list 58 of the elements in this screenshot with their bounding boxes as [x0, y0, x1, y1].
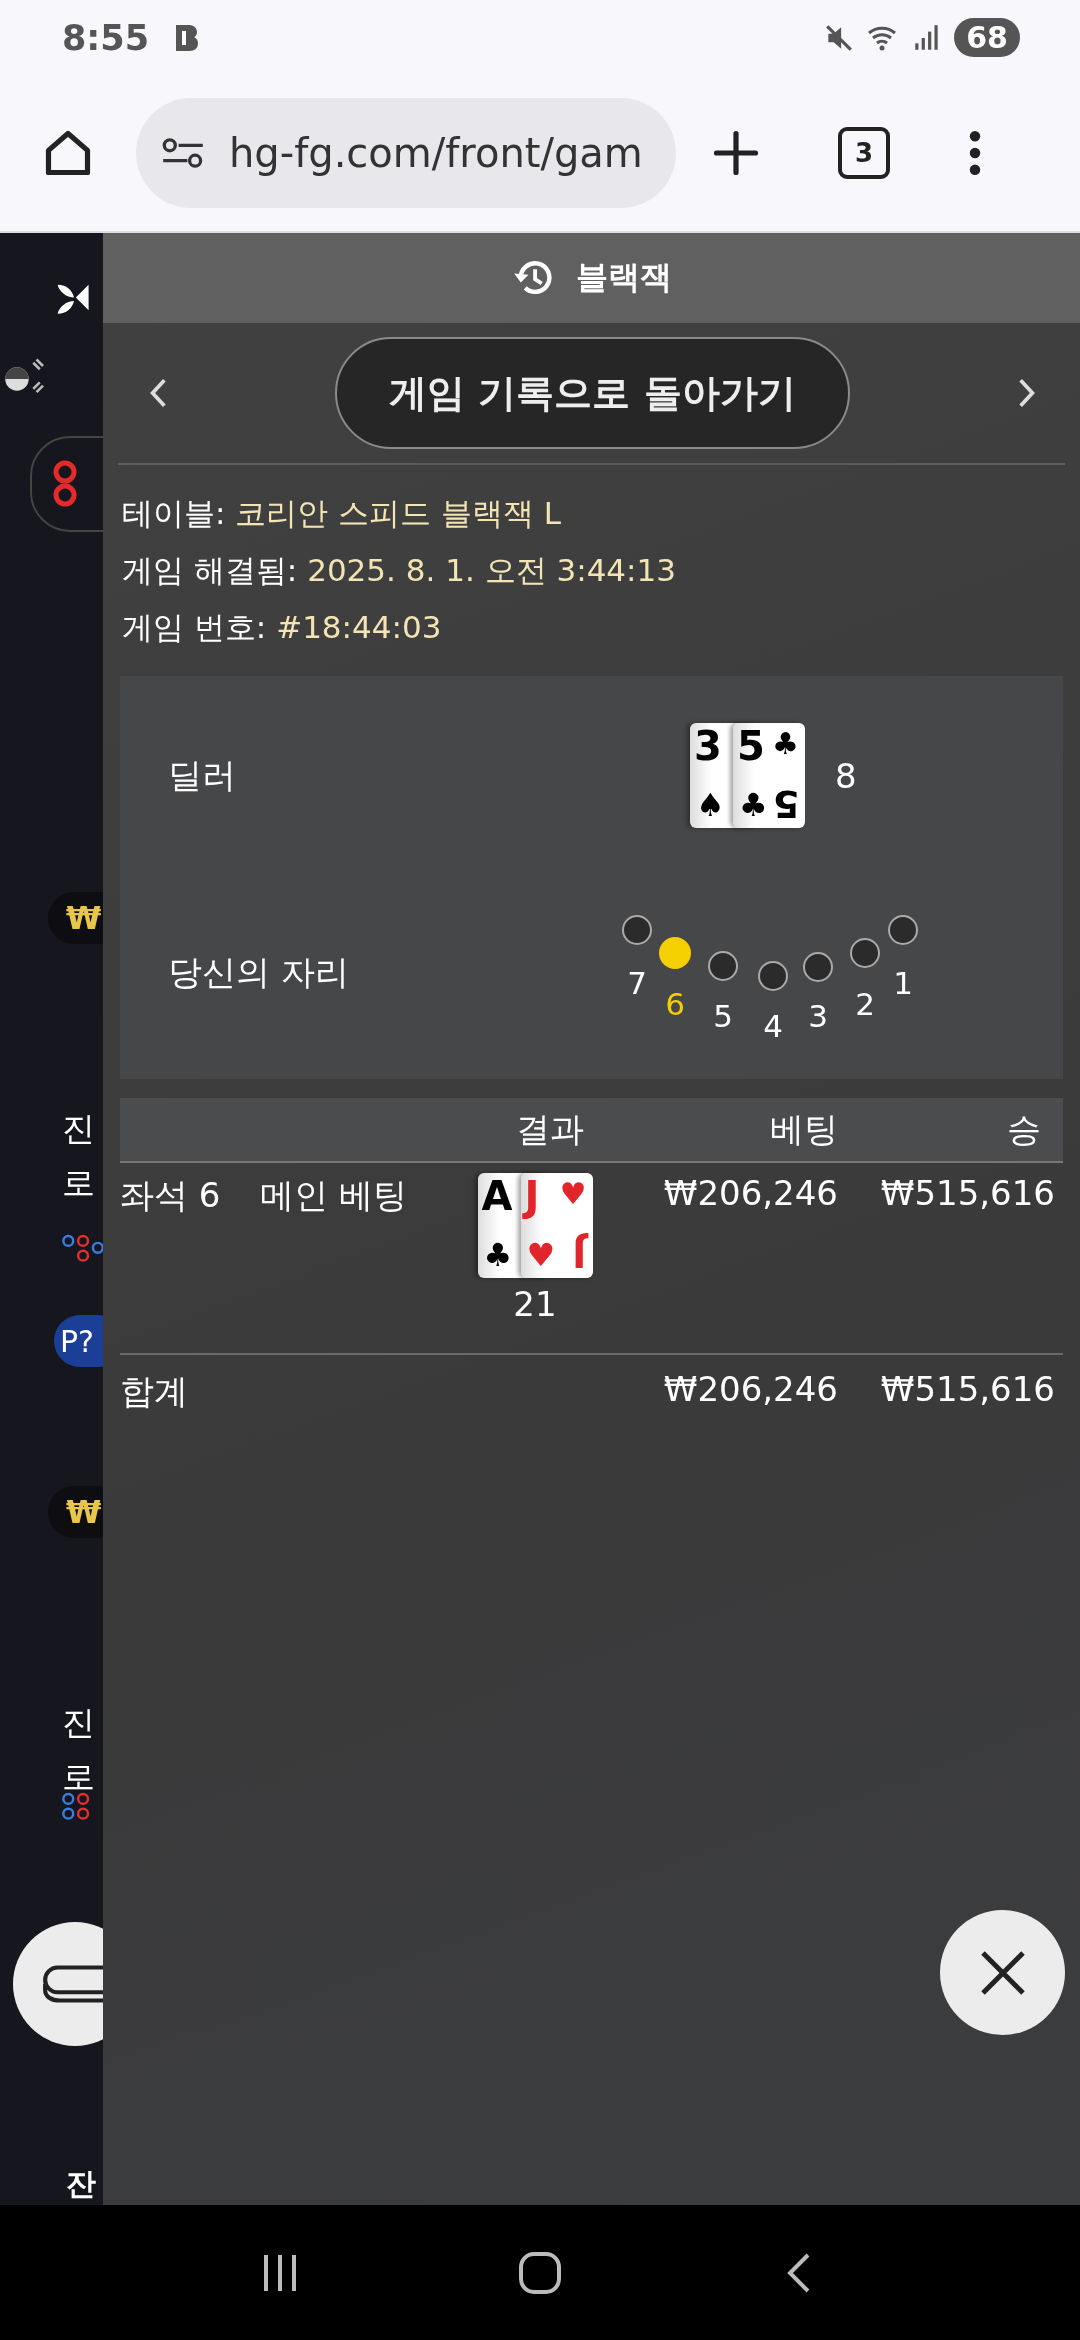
back-to-history-button[interactable]: 게임 기록으로 돌아가기: [335, 337, 850, 449]
seat-number: 6: [665, 985, 685, 1022]
balance-label: 잔: [66, 2165, 96, 2203]
app-notification-icon: [173, 22, 200, 53]
player-badge: P?: [54, 1315, 103, 1368]
menu-icon[interactable]: [968, 130, 982, 176]
card-suit: ♥: [559, 1177, 587, 1211]
card-rank: A: [481, 1173, 513, 1219]
seat-cell-text: 좌석 6: [120, 1174, 222, 1217]
info-label: 게임 해결됨:: [122, 552, 299, 588]
message-text: 로: [62, 1161, 95, 1204]
tab-count-button[interactable]: 3: [838, 127, 890, 179]
card-rank: J: [524, 1173, 540, 1219]
chip-stack-icon: [41, 1963, 103, 2005]
clock-time: 8:55: [62, 17, 150, 58]
card-rank: 5: [772, 782, 799, 826]
info-label: 테이블:: [122, 495, 227, 531]
bet-type-cell-text: 메인 베팅: [260, 1174, 408, 1217]
message-text: 진: [62, 1107, 95, 1150]
battery-indicator: 68: [954, 18, 1020, 57]
seat-number: 5: [713, 997, 733, 1034]
seat-number: 3: [808, 997, 828, 1034]
card-suit: ♣: [483, 1238, 513, 1272]
column-header: 결과: [516, 1107, 584, 1151]
card-suit: ♥: [526, 1238, 556, 1272]
info-value: #18:44:03: [276, 609, 442, 645]
win-amount-cell-text: ₩515,616: [879, 1369, 1056, 1411]
dealer-label: 딜러: [168, 753, 237, 797]
total-label: 합계: [120, 1370, 189, 1413]
panel-title: 블랙잭: [575, 257, 672, 298]
card-rank: 3: [694, 723, 722, 769]
column-header: 승: [1006, 1107, 1042, 1151]
site-settings-icon[interactable]: [161, 136, 205, 170]
info-value: 코리안 스피드 블랙잭 L: [235, 495, 562, 531]
bet-amount-cell-text: ₩206,246: [662, 1369, 838, 1411]
hand-total: 21: [513, 1284, 557, 1324]
seat-number: 1: [893, 964, 913, 1001]
seat-number: 7: [627, 964, 647, 1001]
message-text: 로: [62, 1756, 95, 1799]
column-header: 베팅: [769, 1107, 838, 1151]
hand-total: 8: [835, 755, 857, 796]
card-suit: ♣: [739, 788, 768, 822]
home-button-icon[interactable]: [518, 2250, 562, 2295]
card-suit: ♠: [696, 788, 725, 822]
currency-chip: ₩: [48, 1486, 103, 1539]
win-amount-cell-text: ₩515,616: [879, 1173, 1056, 1215]
card-rank: 5: [737, 723, 765, 769]
message-text: 진: [62, 1702, 95, 1745]
bet-amount-cell-text: ₩206,246: [662, 1173, 838, 1215]
info-value: 2025. 8. 1. 오전 3:44:13: [307, 552, 676, 588]
address-bar[interactable]: hg-fg.com/front/gam: [136, 98, 676, 208]
card-rank: J: [572, 1232, 587, 1276]
currency-chip: ₩: [48, 891, 103, 944]
card-suit: ♣: [772, 727, 799, 761]
seat-number: 2: [855, 985, 875, 1022]
info-label: 게임 번호:: [122, 609, 268, 645]
seat-label: 당신의 자리: [168, 951, 350, 994]
seat-number: 4: [763, 1007, 783, 1043]
